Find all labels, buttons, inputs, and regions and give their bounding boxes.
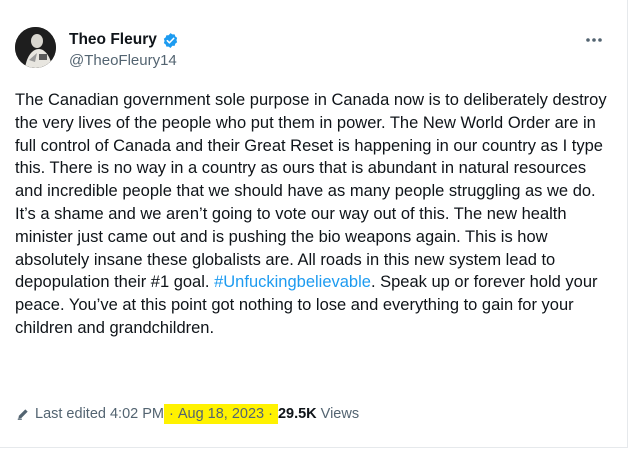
avatar[interactable]: [15, 27, 56, 68]
tweet-meta: Last edited 4:02 PM · Aug 18, 2023 · 29.…: [15, 403, 359, 425]
date-highlight: · Aug 18, 2023 ·: [163, 404, 278, 424]
hashtag-link[interactable]: #Unfuckingbelievable: [214, 273, 371, 291]
user-handle[interactable]: @TheoFleury14: [69, 52, 177, 69]
tweet-card: Theo Fleury @TheoFleury14 The Canadian g…: [0, 0, 628, 448]
display-name-row: Theo Fleury: [69, 30, 179, 50]
separator-dot: ·: [268, 406, 273, 422]
views-count[interactable]: 29.5K: [278, 406, 317, 422]
display-name[interactable]: Theo Fleury: [69, 31, 157, 49]
more-horizontal-icon: [586, 38, 602, 42]
views-label: Views: [320, 406, 360, 422]
tweet-text-part: The Canadian government sole purpose in …: [15, 91, 607, 292]
tweet-text: The Canadian government sole purpose in …: [15, 89, 611, 340]
last-edited-link[interactable]: Last edited 4:02 PM: [35, 406, 164, 422]
pencil-icon: [16, 407, 30, 421]
avatar-image: [15, 27, 56, 68]
post-date[interactable]: Aug 18, 2023: [178, 406, 264, 422]
separator-dot: ·: [168, 406, 174, 422]
more-options-button[interactable]: [580, 30, 608, 50]
verified-badge-icon: [162, 32, 179, 49]
